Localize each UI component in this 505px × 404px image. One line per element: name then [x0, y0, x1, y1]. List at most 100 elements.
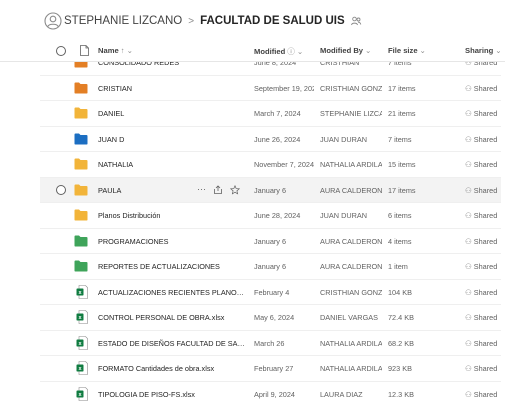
sharing-status: ⚇ Shared — [465, 287, 498, 297]
sharing-status: ⚇ Shared — [465, 313, 498, 322]
people-icon: ⚇ — [465, 236, 472, 246]
file-row[interactable]: x ACTUALIZACIONES RECIENTES PLANOS Y ...… — [40, 280, 505, 305]
sharing-status: ⚇ Shared — [465, 83, 498, 93]
file-name[interactable]: FORMATO Cantidades de obra.xlsx — [98, 364, 246, 373]
file-size: 72.4 KB — [388, 313, 414, 322]
folder-row[interactable]: REPORTES DE ACTUALIZACIONES January 6 AURA… — [40, 254, 505, 280]
sharing-status: ⚇ Shared — [465, 134, 498, 144]
folder-yellow-icon — [74, 209, 88, 221]
modified-date: September 19, 202- — [254, 83, 314, 93]
file-type-column-icon[interactable] — [80, 45, 89, 56]
folder-row[interactable]: NATHALIA November 7, 2024 NATHALIA ARDILA 1… — [40, 152, 505, 178]
file-size: 923 KB — [388, 364, 412, 373]
file-name[interactable]: Planos Distribución — [98, 211, 246, 220]
people-icon: ⚇ — [465, 109, 472, 118]
modified-by: STEPHANIE LIZCAN — [320, 109, 382, 118]
modified-by: CRISTHIAN GONZA — [320, 83, 382, 93]
file-size: 12.3 KB — [388, 389, 414, 399]
column-modified-by[interactable]: Modified By ⌄ — [320, 46, 371, 55]
breadcrumb-current-folder: FACULTAD DE SALUD UIS — [200, 15, 345, 27]
excel-file-icon: x — [76, 386, 88, 401]
star-icon[interactable] — [230, 184, 240, 195]
file-name[interactable]: CONTROL PERSONAL DE OBRA.xlsx — [98, 313, 246, 322]
more-actions-button[interactable]: ··· — [197, 184, 206, 195]
file-name[interactable]: NATHALIA — [98, 160, 246, 169]
folder-row[interactable]: DANIEL March 7, 2024 STEPHANIE LIZCAN 21 it… — [40, 101, 505, 127]
folder-row[interactable]: PAULA ··· January 6 AURA CALDERON 17 items… — [40, 177, 505, 203]
folder-row[interactable]: PROGRAMACIONES January 6 AURA CALDERON 4 it… — [40, 229, 505, 254]
scrollbar[interactable] — [501, 40, 505, 404]
file-row[interactable]: x ESTADO DE DISEÑOS FACULTAD DE SALU... M… — [40, 331, 505, 356]
modified-by: NATHALIA ARDILA — [320, 338, 382, 348]
folder-row[interactable]: JUAN D June 26, 2024 JUAN DURAN 7 items ⚇ Sha… — [40, 127, 505, 152]
file-size: 17 items — [388, 83, 416, 93]
file-size: 17 items — [388, 185, 416, 195]
chevron-down-icon: ⌄ — [495, 46, 502, 55]
folder-yellow-icon — [74, 107, 88, 119]
sharing-status: ⚇ Shared — [465, 160, 498, 169]
file-name[interactable]: JUAN D — [98, 135, 246, 144]
modified-by: DANIEL VARGAS — [320, 313, 378, 322]
modified-date: March 7, 2024 — [254, 109, 301, 118]
file-name[interactable]: ESTADO DE DISEÑOS FACULTAD DE SALU... — [98, 339, 246, 348]
file-size: 68.2 KB — [388, 338, 414, 348]
modified-by: AURA CALDERON — [320, 236, 382, 246]
people-icon: ⚇ — [465, 389, 472, 399]
chevron-down-icon: ⌄ — [419, 46, 426, 55]
modified-date: January 6 — [254, 262, 287, 271]
excel-file-icon: x — [76, 361, 88, 375]
modified-date: March 26 — [254, 338, 285, 348]
file-name[interactable]: ACTUALIZACIONES RECIENTES PLANOS Y ... — [98, 288, 246, 297]
modified-by: AURA CALDERON — [320, 185, 382, 195]
modified-date: January 6 — [254, 185, 287, 195]
sharing-status: ⚇ Shared — [465, 364, 498, 373]
modified-date: May 6, 2024 — [254, 313, 295, 322]
modified-by: NATHALIA ARDILA — [320, 160, 382, 169]
select-all-radio[interactable] — [56, 46, 66, 56]
folder-green-icon — [74, 260, 88, 272]
column-name[interactable]: Name ↑ ⌄ — [98, 46, 133, 55]
modified-date: January 6 — [254, 236, 287, 246]
file-row[interactable]: x CONTROL PERSONAL DE OBRA.xlsx May 6, 20… — [40, 305, 505, 331]
row-select-radio[interactable] — [56, 184, 66, 195]
modified-date: June 26, 2024 — [254, 134, 301, 144]
people-icon: ⚇ — [465, 185, 472, 195]
file-size: 6 items — [388, 211, 412, 220]
file-name[interactable]: DANIEL — [98, 109, 246, 118]
people-icon: ⚇ — [465, 83, 472, 93]
column-sharing[interactable]: Sharing ⌄ — [465, 46, 502, 55]
row-actions: ··· — [197, 184, 240, 195]
folder-row[interactable]: CRISTIAN September 19, 202- CRISTHIAN GONZ… — [40, 76, 505, 101]
sharing-status: ⚇ Shared — [465, 185, 498, 195]
folder-orange-icon — [74, 82, 88, 93]
file-size: 4 items — [388, 236, 412, 246]
people-icon: ⚇ — [465, 262, 472, 271]
sharing-status: ⚇ Shared — [465, 338, 498, 348]
breadcrumb-separator: > — [188, 15, 195, 27]
file-row[interactable]: x FORMATO Cantidades de obra.xlsx Februar… — [40, 356, 505, 382]
people-icon: ⚇ — [465, 313, 472, 322]
column-modified[interactable]: Modified ⓘ ⌄ — [254, 46, 303, 57]
people-icon: ⚇ — [465, 211, 472, 220]
excel-file-icon: x — [76, 335, 88, 350]
modified-by: CRISTHIAN GONZA — [320, 287, 382, 297]
file-name[interactable]: TIPOLOGIA DE PISO-FS.xlsx — [98, 390, 246, 399]
file-size: 7 items — [388, 134, 412, 144]
folder-row[interactable]: Planos Distribución June 28, 2024 JUAN DUR… — [40, 203, 505, 229]
folder-yellow-icon — [74, 184, 88, 195]
column-file-size[interactable]: File size ⌄ — [388, 46, 426, 55]
file-size: 1 item — [388, 262, 408, 271]
sharing-status: ⚇ Shared — [465, 109, 498, 118]
file-name[interactable]: REPORTES DE ACTUALIZACIONES — [98, 262, 246, 271]
modified-by: JUAN DURAN — [320, 211, 368, 220]
file-row[interactable]: x TIPOLOGIA DE PISO-FS.xlsx April 9, 2024… — [40, 382, 505, 404]
file-name[interactable]: CRISTIAN — [98, 84, 246, 93]
share-icon[interactable] — [213, 184, 223, 195]
folder-green-icon — [74, 235, 88, 246]
modified-date: June 28, 2024 — [254, 211, 301, 220]
file-name[interactable]: PROGRAMACIONES — [98, 237, 246, 246]
column-header-row: Name ↑ ⌄ Modified ⓘ ⌄ Modified By ⌄ File si… — [0, 40, 505, 62]
modified-date: February 4 — [254, 287, 290, 297]
breadcrumb-user-link[interactable]: STEPHANIE LIZCANO — [64, 15, 182, 27]
folder-yellow-icon — [74, 158, 88, 170]
